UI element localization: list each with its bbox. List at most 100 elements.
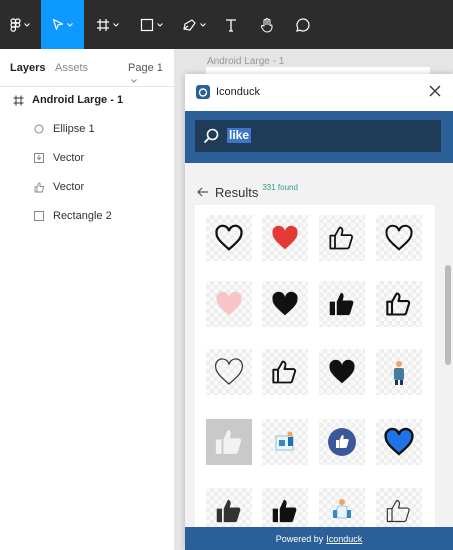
thumbs-up-outline-icon [329,226,354,250]
result-heart-pink[interactable] [206,281,252,327]
ellipse-icon [32,122,46,136]
chevron-down-icon [200,22,206,27]
result-heart-outline[interactable] [206,215,252,261]
plugin-footer: Powered by Iconduck [185,527,453,550]
frame-hash-icon [11,93,25,107]
layer-row-vector-2[interactable]: Vector [0,173,174,201]
results-label: Results [215,185,259,200]
close-icon [429,85,441,97]
figma-menu-button[interactable] [0,0,40,49]
results-area: Results 331 found [185,163,453,527]
layer-row-frame[interactable]: Android Large - 1 [0,86,174,114]
text-icon [226,18,236,32]
shape-tool-button[interactable] [132,0,170,49]
footer-text: Powered by [275,533,324,544]
tab-assets[interactable]: Assets [55,62,88,74]
vector-image-icon [32,151,46,165]
iconduck-logo-icon [196,85,210,99]
thumbs-up-outline-icon [386,292,411,316]
heart-outline-icon [385,224,413,251]
frame-label[interactable]: Android Large - 1 [207,56,284,67]
thumb-vector-icon [32,180,46,194]
result-like-illustration[interactable] [262,419,308,465]
thumbs-up-outline-icon [386,499,410,523]
search-icon [203,128,219,144]
result-heart-outline-thin[interactable] [206,349,252,395]
thumbs-up-outline-icon [272,360,297,384]
plugin-header: Iconduck [185,74,453,112]
result-thumbs-up-black-2[interactable] [262,488,308,527]
frame-hash-icon [96,18,109,31]
search-input[interactable]: like [195,120,441,152]
comment-icon [296,17,310,32]
thumbs-up-dark-icon [216,499,241,523]
layer-row-ellipse[interactable]: Ellipse 1 [0,115,174,143]
layer-label: Rectangle 2 [53,210,112,222]
result-thumbs-up-grey-box[interactable] [206,419,252,465]
heart-outline-icon [215,358,243,385]
text-tool-button[interactable] [218,0,244,49]
like-illustration-icon [275,431,294,451]
result-thumbs-up-black[interactable] [319,281,365,327]
result-thumbs-up-outline-3[interactable] [262,349,308,395]
result-thumbs-up-outline[interactable] [319,215,365,261]
frame-tool-button[interactable] [88,0,126,49]
heart-black-icon [272,291,298,316]
result-thumbs-up-dark[interactable] [206,488,252,527]
close-button[interactable] [427,83,443,99]
iconduck-link[interactable]: Iconduck [326,534,362,544]
result-thumbs-up-outline-4[interactable] [376,488,422,527]
rectangle-icon [140,18,153,31]
people-illustration-icon [333,499,351,519]
layer-row-rectangle[interactable]: Rectangle 2 [0,202,174,230]
result-thumbs-up-circle[interactable] [319,419,365,465]
result-heart-outline-2[interactable] [376,215,422,261]
page-selector-label: Page 1 [128,62,163,74]
result-thumbs-up-outline-2[interactable] [376,281,422,327]
pen-icon [183,18,196,31]
heart-pink-icon [216,291,242,316]
result-heart-blue[interactable] [376,419,422,465]
back-arrow-icon[interactable] [197,185,209,200]
thumbs-up-grey-icon [215,430,242,454]
iconduck-plugin-window: Iconduck like Results 331 found Powered … [185,74,453,550]
page-selector[interactable]: Page 1 [128,62,174,86]
chevron-down-icon [67,22,73,27]
result-person-illustration[interactable] [376,349,422,395]
thumbs-up-black-icon [329,292,354,316]
chevron-down-icon [112,22,119,27]
cursor-icon [52,18,64,31]
result-heart-red[interactable] [262,215,308,261]
layer-label: Ellipse 1 [53,123,95,135]
figma-logo-icon [10,17,21,32]
layer-label: Vector [53,152,85,164]
results-header: Results 331 found [197,183,298,200]
layer-label: Vector [53,181,85,193]
hand-tool-button[interactable] [254,0,280,49]
person-illustration-icon [390,361,404,385]
search-value: like [227,128,252,143]
tab-layers[interactable]: Layers [10,62,45,74]
icon-results-grid [195,205,435,527]
heart-outline-icon [215,224,243,251]
results-count: 331 found [262,183,298,192]
result-heart-black[interactable] [262,281,308,327]
layers-panel: Layers Assets Page 1 Android Large - 1 E… [0,49,175,550]
search-banner: like [185,111,453,163]
chevron-down-icon [131,79,137,83]
result-people-illustration[interactable] [319,488,365,527]
layer-row-vector-1[interactable]: Vector [0,144,174,172]
panel-tabs: Layers Assets Page 1 [0,49,174,87]
hand-icon [260,17,273,33]
pen-tool-button[interactable] [176,0,212,49]
main-toolbar [0,0,453,49]
thumbs-up-circle-icon [328,428,356,456]
layer-label: Android Large - 1 [32,94,124,106]
result-heart-black-2[interactable] [319,349,365,395]
heart-black-icon [329,359,355,384]
comment-tool-button[interactable] [290,0,316,49]
results-scrollbar[interactable] [445,265,451,365]
canvas-frame[interactable] [206,67,430,74]
move-tool-button[interactable] [41,0,84,49]
heart-red-icon [272,225,298,250]
